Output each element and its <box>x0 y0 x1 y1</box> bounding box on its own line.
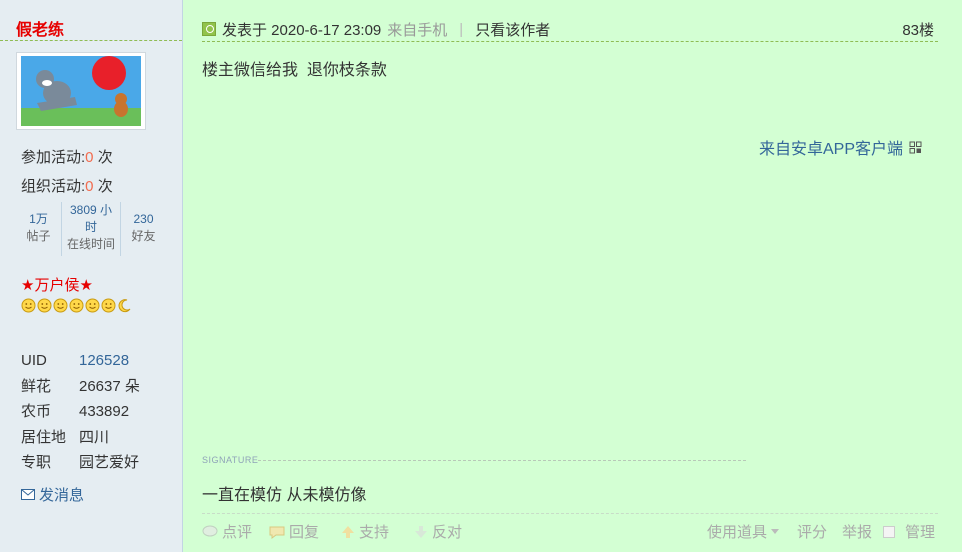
post-content: 楼主微信给我 退你枝条款 <box>202 62 387 79</box>
author-name[interactable]: 假老练 <box>16 16 64 40</box>
user-rank: ★万户侯★ <box>21 277 93 294</box>
support-button[interactable]: 支持 <box>341 521 389 542</box>
floor-number[interactable]: 83楼 <box>902 19 934 40</box>
oppose-button[interactable]: 反对 <box>414 521 462 542</box>
post-header: 发表于 2020-6-17 23:09 来自手机 | 只看该作者 83楼 <box>202 17 938 42</box>
info-row-coins: 农币 433892 <box>21 403 130 420</box>
info-row-specialty: 专职 园艺爱好 <box>21 454 140 471</box>
online-status-icon <box>202 22 216 36</box>
post-actions: 点评 回复 支持 反对 使用道具 评分 举报 管理 <box>202 521 942 543</box>
comment-icon <box>202 525 218 536</box>
activity-organized: 组织活动:0 次 <box>21 178 113 195</box>
separator: | <box>459 20 464 38</box>
sun-icon <box>69 298 84 313</box>
manage-checkbox[interactable]: 管理 <box>883 521 935 542</box>
author-sidebar: 假老练 参加活动:0 次 组织活动:0 次 1万 帖子 3809 小时 在线时间 <box>0 0 183 552</box>
chevron-down-icon <box>771 528 780 534</box>
moon-icon <box>118 299 131 313</box>
rate-button[interactable]: 评分 <box>797 521 827 542</box>
author-stats: 1万 帖子 3809 小时 在线时间 230 好友 <box>16 202 166 256</box>
sun-icon <box>37 298 52 313</box>
sun-icon <box>21 298 36 313</box>
info-row-residence: 居住地 四川 <box>21 428 110 446</box>
post-time: 发表于 2020-6-17 23:09 <box>222 21 382 39</box>
stat-posts[interactable]: 1万 帖子 <box>16 202 62 256</box>
rank-stars <box>21 298 132 313</box>
thumb-down-icon <box>415 525 427 538</box>
sun-icon <box>101 298 116 313</box>
stat-friends[interactable]: 230 好友 <box>121 202 166 256</box>
checkbox-icon[interactable] <box>883 525 895 538</box>
sun-icon <box>85 298 100 313</box>
divider <box>0 40 182 41</box>
avatar[interactable] <box>16 52 146 130</box>
envelope-icon <box>21 489 35 500</box>
reply-button[interactable]: 回复 <box>269 521 319 542</box>
sun-icon <box>53 298 68 313</box>
author-info: UID 126528 鲜花 26637 朵 农币 433892 居住地 四川 专职 园艺爱… <box>21 348 140 476</box>
post-main: 发表于 2020-6-17 23:09 来自手机 | 只看该作者 83楼 楼主微… <box>183 0 962 552</box>
comment-button[interactable]: 点评 <box>202 521 252 542</box>
signature-text: 一直在模仿 从未模仿像 <box>202 487 367 504</box>
stat-online-time[interactable]: 3809 小时 在线时间 <box>62 202 121 256</box>
thumb-up-icon <box>342 525 354 538</box>
info-row-flowers: 鲜花 26637 朵 <box>21 377 140 395</box>
report-button[interactable]: 举报 <box>842 521 872 542</box>
app-client-link[interactable]: 来自安卓APP客户端 <box>759 135 922 159</box>
post-source: 来自手机 <box>387 21 448 39</box>
send-message-link[interactable]: 发消息 <box>21 484 84 505</box>
use-tools-dropdown[interactable]: 使用道具 <box>707 521 780 542</box>
view-author-only-link[interactable]: 只看该作者 <box>475 19 550 40</box>
activity-joined: 参加活动:0 次 <box>21 149 113 166</box>
footer-divider <box>202 513 938 514</box>
info-row-uid: UID 126528 <box>21 352 130 369</box>
signature-divider <box>258 460 746 461</box>
signature-label: SIGNATURE <box>202 455 259 465</box>
qrcode-icon[interactable] <box>909 141 922 154</box>
reply-icon <box>269 526 285 539</box>
